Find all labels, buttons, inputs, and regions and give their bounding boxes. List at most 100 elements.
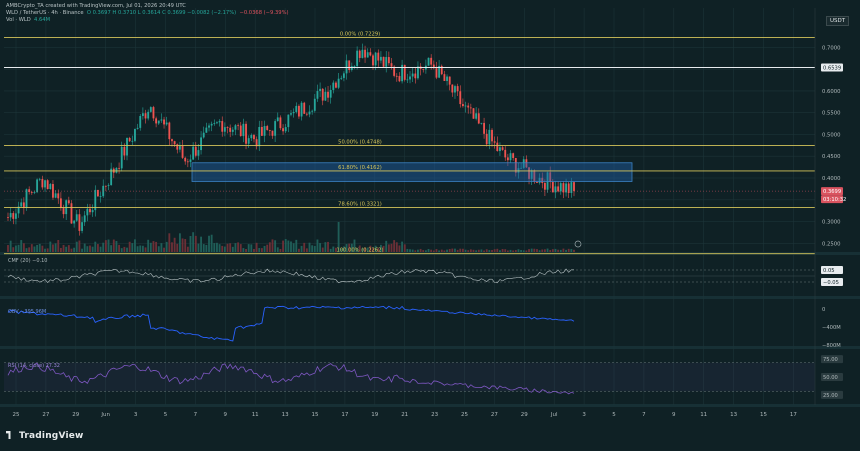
time-axis-tick: 29 xyxy=(521,412,528,418)
volume-bar xyxy=(469,249,472,252)
candle-body xyxy=(406,79,409,81)
candle-body xyxy=(81,222,83,231)
volume-bar xyxy=(247,244,250,252)
candle-body xyxy=(298,105,300,117)
change-value: −0.0368 (−9.39%) xyxy=(239,10,289,16)
volume-bar xyxy=(292,243,295,252)
volume-bar xyxy=(432,250,435,252)
obv-label: OBV −395.96M xyxy=(8,309,46,315)
candle-body xyxy=(202,132,205,138)
candle-body xyxy=(91,210,94,213)
candle-body xyxy=(467,105,470,108)
candle-body xyxy=(459,91,462,105)
candle-body xyxy=(229,127,232,132)
candle-body xyxy=(168,122,171,140)
volume-bar xyxy=(536,249,538,252)
currency-button[interactable]: USDT xyxy=(826,16,850,26)
volume-bar xyxy=(512,250,515,252)
candle-body xyxy=(279,117,282,129)
candle-body xyxy=(263,126,266,136)
volume-line[interactable]: Vol · WLD 4.64M xyxy=(6,17,289,24)
trading-chart[interactable]: 0.00% (0.7229) 50.00% (0.4748) 61.80% (0.4… xyxy=(0,0,860,451)
volume-bar xyxy=(73,247,76,252)
time-axis-tick: 27 xyxy=(42,412,49,418)
symbol-name[interactable]: WLD / TetherUS · 4h · Binance xyxy=(6,10,84,16)
volume-bar xyxy=(266,244,269,252)
volume-bar xyxy=(15,245,17,252)
candle-body xyxy=(46,180,49,190)
volume-bar xyxy=(57,239,60,252)
volume-bar xyxy=(491,250,493,252)
time-axis-tick: 9 xyxy=(224,412,228,418)
candle-body xyxy=(57,193,60,199)
rsi-band xyxy=(4,362,815,392)
candle-body xyxy=(379,56,382,61)
candle-body xyxy=(329,89,332,98)
candle-body xyxy=(496,142,499,152)
volume-bar xyxy=(501,249,504,252)
pane-separator xyxy=(0,404,860,407)
volume-bar xyxy=(168,233,171,252)
chart-canvas[interactable]: 0.00% (0.7229) 50.00% (0.4748) 61.80% (0.4… xyxy=(0,0,860,451)
candle-body xyxy=(311,110,314,112)
candle-body xyxy=(181,146,184,158)
price-axis-tick: 0.7000 xyxy=(822,45,841,51)
candle-body xyxy=(30,191,33,193)
volume-bar xyxy=(282,240,284,252)
candle-body xyxy=(335,82,337,88)
rsi-tick-50: 50.00 xyxy=(823,375,838,381)
candle-body xyxy=(282,128,284,132)
candle-body xyxy=(366,52,369,58)
time-axis-tick: 25 xyxy=(461,412,468,418)
volume-bar xyxy=(485,249,488,252)
volume-bar xyxy=(321,247,324,252)
volume-bar xyxy=(551,249,554,252)
candle-body xyxy=(422,68,425,70)
volume-bar xyxy=(260,248,263,252)
time-axis-tick: 17 xyxy=(341,412,348,418)
candle-body xyxy=(417,66,419,79)
candle-body xyxy=(485,133,488,145)
candle-body xyxy=(414,73,417,79)
candle-body xyxy=(20,202,23,207)
volume-bar xyxy=(467,250,470,252)
volume-bar xyxy=(33,246,36,252)
tradingview-logo[interactable]: TradingView xyxy=(6,431,84,441)
candle-body xyxy=(430,57,433,65)
volume-bar xyxy=(562,248,565,252)
candle-body xyxy=(86,208,89,216)
volume-bar xyxy=(258,248,261,252)
candle-body xyxy=(493,141,496,143)
volume-bar xyxy=(541,249,544,252)
volume-bar xyxy=(520,249,523,252)
candle-body xyxy=(451,84,454,93)
symbol-ohlc-line[interactable]: WLD / TetherUS · 4h · Binance O 0.3697 H… xyxy=(6,10,289,17)
time-axis-tick: 19 xyxy=(371,412,378,418)
rsi-tick-25: 25.00 xyxy=(823,393,838,399)
volume-bar xyxy=(250,244,253,252)
volume-bar xyxy=(231,246,234,252)
volume-bar xyxy=(36,244,39,252)
volume-bar xyxy=(443,250,446,252)
candle-body xyxy=(163,119,165,125)
volume-bar xyxy=(430,249,433,252)
candle-body xyxy=(409,76,411,80)
volume-bar xyxy=(417,249,419,252)
candle-body xyxy=(372,55,374,66)
candle-body xyxy=(171,139,173,142)
volume-bar xyxy=(461,248,464,252)
volume-bar xyxy=(194,235,197,252)
demand-zone xyxy=(191,162,633,182)
candle-body xyxy=(118,167,121,169)
volume-bar xyxy=(440,249,443,252)
candle-body xyxy=(337,78,340,88)
volume-bar xyxy=(157,246,160,252)
candle-body xyxy=(501,147,504,150)
volume-bar xyxy=(218,244,221,252)
candle-body xyxy=(184,157,187,162)
candle-body xyxy=(89,208,91,213)
volume-bar xyxy=(52,244,54,252)
volume-bar xyxy=(387,244,390,252)
volume-bar xyxy=(499,250,501,252)
volume-bar xyxy=(78,240,81,252)
